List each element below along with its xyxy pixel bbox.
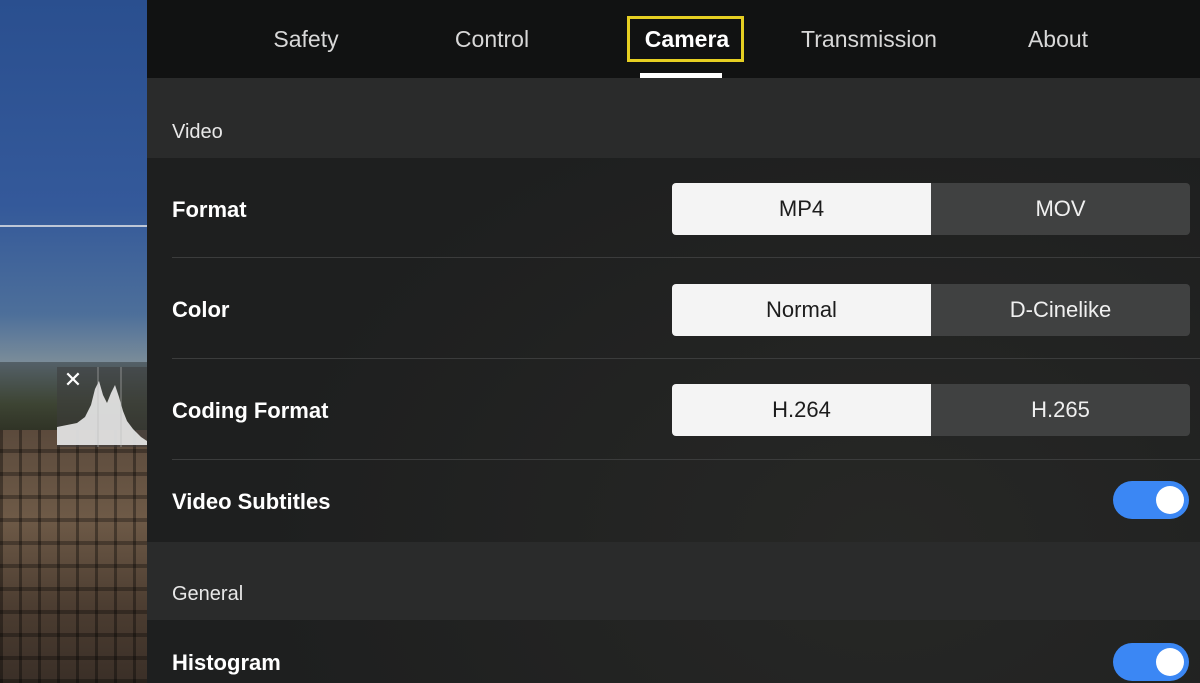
tab-safety[interactable]: Safety	[251, 0, 361, 78]
tab-about[interactable]: About	[1011, 0, 1105, 78]
tab-bar: Safety Control Camera Transmission About	[147, 0, 1200, 78]
color-selector: Normal D-Cinelike	[672, 284, 1190, 336]
coding-format-option-h264[interactable]: H.264	[672, 384, 931, 436]
horizon-line	[0, 225, 147, 227]
format-selector: MP4 MOV	[672, 183, 1190, 235]
color-option-d-cinelike[interactable]: D-Cinelike	[931, 284, 1190, 336]
toggle-knob	[1156, 486, 1184, 514]
divider	[172, 459, 1200, 460]
coding-format-selector: H.264 H.265	[672, 384, 1190, 436]
color-label: Color	[172, 297, 230, 322]
histogram-toggle[interactable]	[1113, 643, 1189, 681]
coding-format-label: Coding Format	[172, 398, 329, 423]
divider	[172, 257, 1200, 258]
tab-transmission[interactable]: Transmission	[785, 0, 953, 78]
settings-panel: Safety Control Camera Transmission About…	[147, 0, 1200, 683]
format-option-mp4[interactable]: MP4	[672, 183, 931, 235]
coding-format-option-h265[interactable]: H.265	[931, 384, 1190, 436]
town-background	[0, 430, 147, 683]
tab-control[interactable]: Control	[430, 0, 554, 78]
tab-camera[interactable]: Camera	[626, 0, 748, 78]
video-subtitles-label: Video Subtitles	[172, 489, 331, 514]
section-header-general: General	[147, 542, 1200, 620]
color-option-normal[interactable]: Normal	[672, 284, 931, 336]
format-label: Format	[172, 197, 247, 222]
camera-view: ✕	[0, 0, 147, 683]
toggle-knob	[1156, 648, 1184, 676]
video-subtitles-toggle[interactable]	[1113, 481, 1189, 519]
divider	[172, 358, 1200, 359]
close-icon[interactable]: ✕	[62, 369, 84, 393]
format-option-mov[interactable]: MOV	[931, 183, 1190, 235]
histogram-label: Histogram	[172, 650, 281, 675]
section-header-video: Video	[147, 78, 1200, 158]
